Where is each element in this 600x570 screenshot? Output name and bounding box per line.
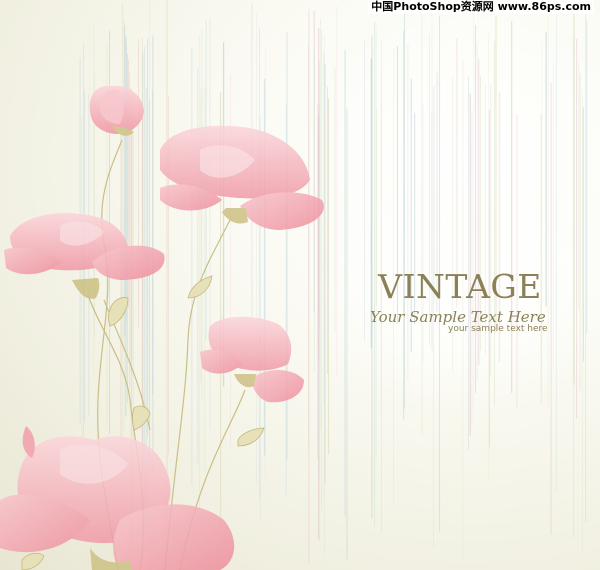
flower-right-middle	[200, 316, 304, 403]
title-block: VINTAGE Your Sample Text Here your sampl…	[360, 267, 560, 335]
title-heading: VINTAGE	[378, 267, 542, 306]
watermark-text: 中国PhotoShop资源网 www.86ps.com	[368, 0, 594, 14]
vintage-floral-card: 中国PhotoShop资源网 www.86ps.com VINTAGE Your…	[0, 0, 600, 570]
flower-bud	[89, 85, 144, 136]
flower-left	[4, 212, 165, 299]
flower-top-center	[160, 125, 324, 230]
subtitle-text: your sample text here	[448, 324, 548, 334]
